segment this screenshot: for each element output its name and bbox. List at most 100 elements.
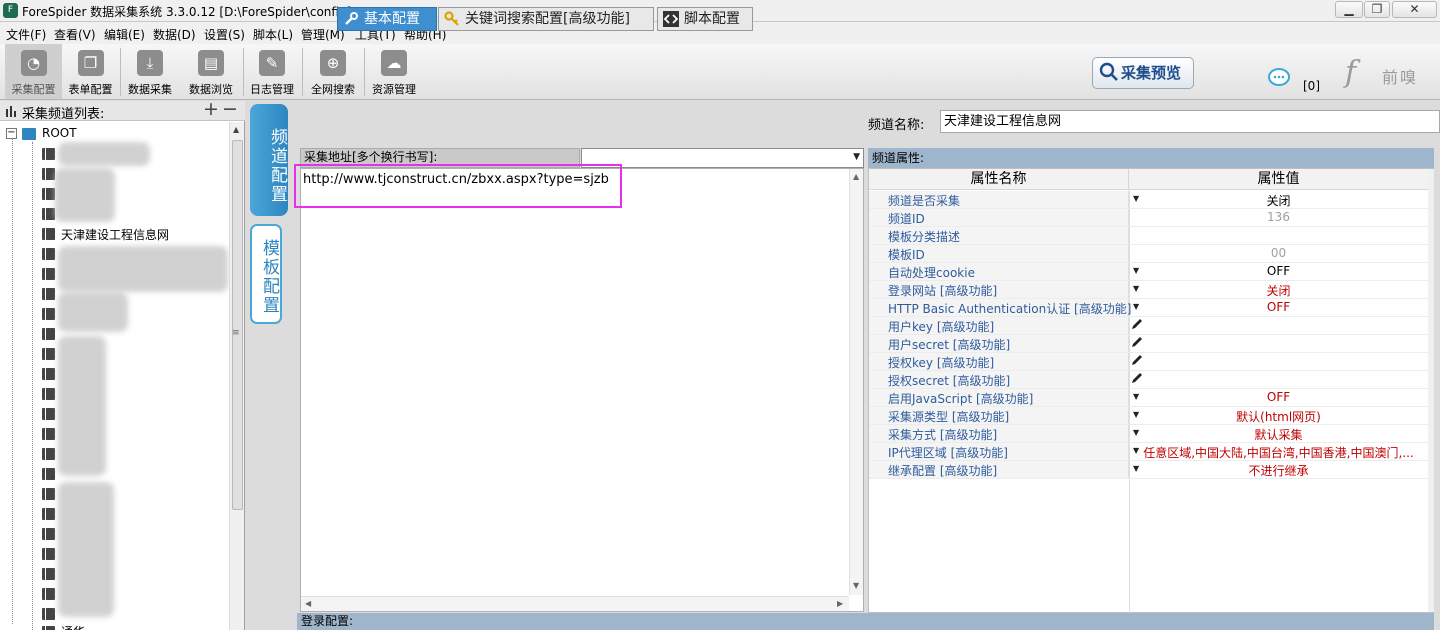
collect-url-textarea[interactable] [300,168,864,612]
tab-script-config[interactable]: 脚本配置 [657,7,753,31]
tree-item[interactable] [0,524,229,544]
property-row[interactable]: 频道是否采集 ▼ 关闭 [869,191,1428,209]
tree-item[interactable] [0,384,229,404]
menu-data[interactable]: 数据(D) [153,26,196,43]
property-name: 模板分类描述 [888,230,961,244]
property-row[interactable]: 模板分类描述 [869,227,1428,245]
tree-item[interactable] [0,604,229,624]
channel-name-input[interactable]: 天津建设工程信息网 [940,110,1440,133]
toolbar-data-browse[interactable]: ▤ 数据浏览 [181,44,241,99]
property-row[interactable]: 授权key [高级功能] [869,353,1428,371]
toolbar-resource-manage[interactable]: ☁ 资源管理 [366,44,422,99]
property-row[interactable]: 模板ID 00 [869,245,1428,263]
message-count: [0] [1303,79,1320,93]
property-value[interactable]: 默认采集 [1129,426,1428,443]
property-value[interactable]: 任意区域,中国大陆,中国台湾,中国香港,中国澳门,... [1129,444,1428,461]
add-channel-icon[interactable]: + [203,98,219,120]
property-row[interactable]: 登录网站 [高级功能] ▼ 关闭 [869,281,1428,299]
chat-bubble-icon[interactable] [1268,68,1290,88]
tree-item[interactable] [0,564,229,584]
tree-item[interactable] [0,504,229,524]
scroll-left-icon[interactable]: ◀ [305,599,311,608]
toolbar-label: 日志管理 [250,83,294,96]
tree-item[interactable] [0,444,229,464]
tree-item[interactable] [0,344,229,364]
minimize-button[interactable]: ▁ [1335,1,1363,18]
toolbar-collect-config[interactable]: ◔ 采集配置 [5,44,62,99]
tree-item[interactable] [0,484,229,504]
scroll-thumb[interactable] [232,140,243,510]
property-value[interactable]: 默认(html网页) [1129,408,1428,425]
property-row[interactable]: IP代理区域 [高级功能] ▼ 任意区域,中国大陆,中国台湾,中国香港,中国澳门,.… [869,443,1428,461]
annotation-highlight-box [294,164,622,208]
property-value[interactable]: 136 [1129,210,1428,224]
properties-scrollbar[interactable] [1428,169,1434,612]
menu-script[interactable]: 脚本(L) [253,26,293,43]
tree-item[interactable] [0,404,229,424]
pencil-icon[interactable] [1130,353,1144,367]
film-icon: ▤ [198,50,224,76]
property-value[interactable]: 00 [1129,246,1428,260]
close-button[interactable]: ✕ [1392,1,1437,18]
tree-item[interactable] [0,544,229,564]
property-value[interactable]: OFF [1129,264,1428,278]
obscured-label [55,168,115,222]
tab-label: 基本配置 [364,11,420,27]
tab-keyword-search-config[interactable]: 关键词搜索配置[高级功能] [438,7,654,31]
property-row[interactable]: 自动处理cookie ▼ OFF [869,263,1428,281]
scroll-down-icon[interactable]: ▼ [853,581,859,590]
menu-edit[interactable]: 编辑(E) [104,26,145,43]
pie-chart-icon: ◔ [20,50,47,76]
toolbar-form-config[interactable]: ❐ 表单配置 [62,44,119,99]
pencil-icon[interactable] [1130,371,1144,385]
obscured-label [58,142,150,166]
pencil-icon[interactable] [1130,335,1144,349]
pencil-icon[interactable] [1130,317,1144,331]
scroll-right-icon[interactable]: ▶ [837,599,843,608]
property-value[interactable]: OFF [1129,390,1428,404]
channel-list-scrollbar[interactable]: ▲ ≡ [229,122,244,630]
url-vertical-scrollbar[interactable]: ▲ ▼ [849,169,863,595]
toolbar-data-collect[interactable]: ⤓ 数据采集 [121,44,179,99]
maximize-button[interactable]: ❐ [1364,1,1390,18]
collapse-toggle-icon[interactable]: − [6,128,17,139]
scroll-up-icon[interactable]: ▲ [233,125,239,134]
tree-item[interactable] [0,464,229,484]
property-value[interactable]: 关闭 [1129,282,1428,299]
tree-item-selected[interactable]: 天津建设工程信息网 [0,224,229,244]
menu-file[interactable]: 文件(F) [6,26,46,43]
tree-item[interactable] [0,424,229,444]
toolbar-web-search[interactable]: ⊕ 全网搜索 [304,44,362,99]
url-mode-select[interactable]: ▼ [581,148,864,168]
property-value[interactable]: 不进行继承 [1129,462,1428,479]
url-horizontal-scrollbar[interactable]: ◀ ▶ [301,596,849,611]
menu-settings[interactable]: 设置(S) [204,26,245,43]
collect-preview-button[interactable]: 采集预览 [1092,57,1194,89]
property-row[interactable]: 授权secret [高级功能] [869,371,1428,389]
property-row[interactable]: 启用JavaScript [高级功能] ▼ OFF [869,389,1428,407]
property-row[interactable]: 继承配置 [高级功能] ▼ 不进行继承 [869,461,1428,479]
property-row[interactable]: HTTP Basic Authentication认证 [高级功能] ▼ OFF [869,299,1428,317]
property-row[interactable]: 用户secret [高级功能] [869,335,1428,353]
channel-tree: − ROOT 天津建设工程信息网 通华 [0,122,229,630]
property-row[interactable]: 频道ID 136 [869,209,1428,227]
property-row[interactable]: 采集方式 [高级功能] ▼ 默认采集 [869,425,1428,443]
tab-channel-config[interactable]: 频道配置 [250,104,288,216]
tree-item[interactable] [0,364,229,384]
channel-node-icon [42,328,55,340]
menu-view[interactable]: 查看(V) [54,26,96,43]
tab-template-config[interactable]: 模板配置 [250,224,282,324]
property-row[interactable]: 用户key [高级功能] [869,317,1428,335]
toolbar-label: 表单配置 [68,83,113,96]
tab-basic-config[interactable]: 基本配置 [337,7,437,31]
property-row[interactable]: 采集源类型 [高级功能] ▼ 默认(html网页) [869,407,1428,425]
toolbar-log-manage[interactable]: ✎ 日志管理 [244,44,300,99]
property-value[interactable]: 关闭 [1129,192,1428,209]
property-value[interactable]: OFF [1129,300,1428,314]
tree-root[interactable]: − ROOT [0,124,229,144]
tree-item[interactable] [0,584,229,604]
tree-item[interactable]: 通华 [0,622,229,630]
channel-name-label: 频道名称: [868,118,925,133]
scroll-up-icon[interactable]: ▲ [853,172,859,181]
remove-channel-icon[interactable]: − [222,98,238,120]
